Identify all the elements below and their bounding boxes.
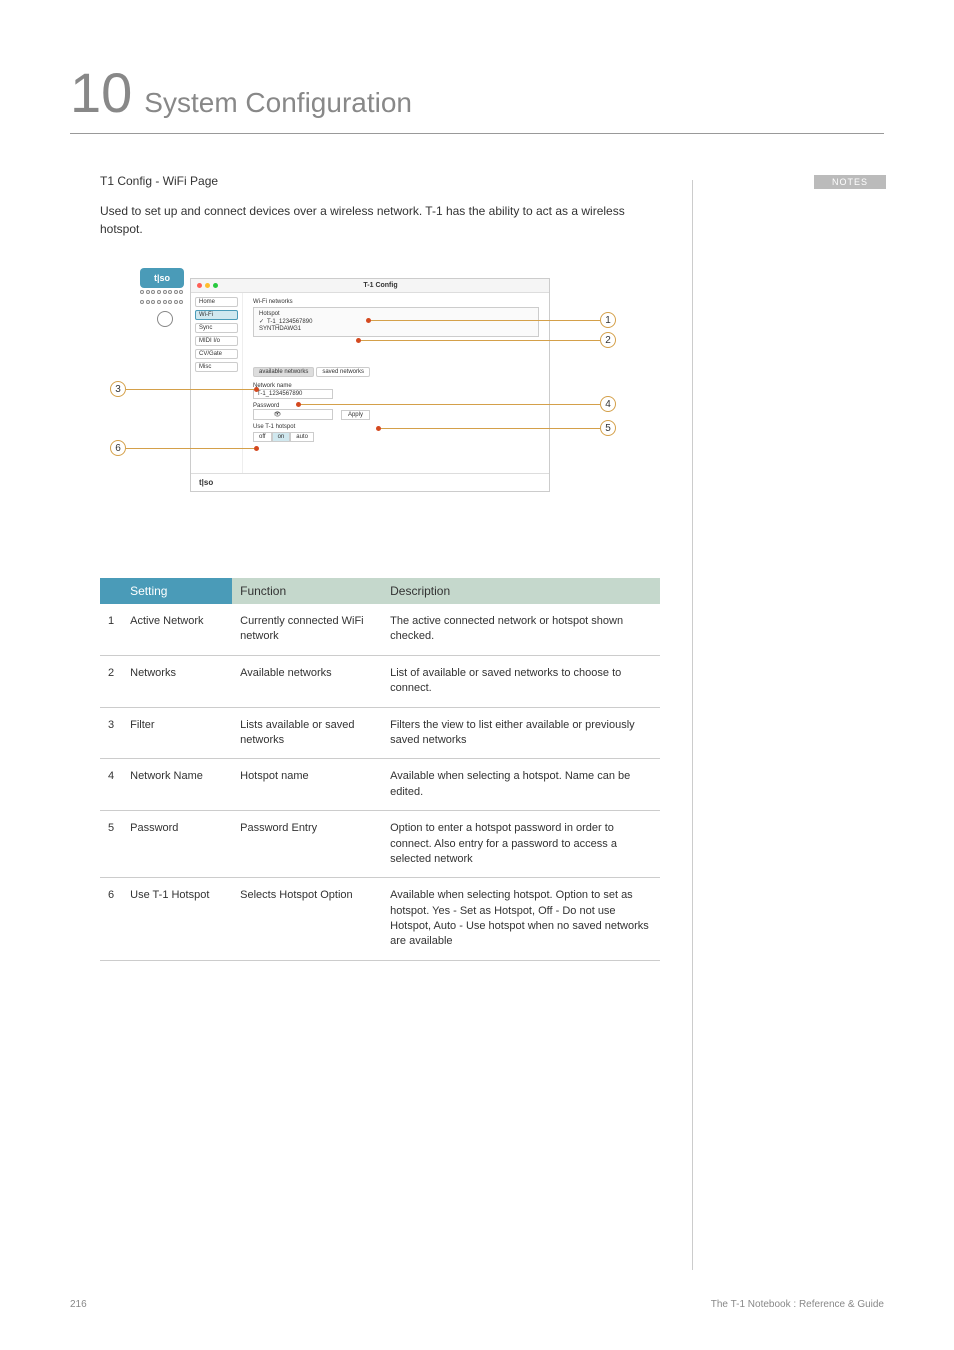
hotspot-off-button[interactable]: off xyxy=(253,432,272,442)
row-function: Hotspot name xyxy=(232,759,382,811)
filter-saved-button[interactable]: saved networks xyxy=(316,367,370,377)
row-setting: Filter xyxy=(122,707,232,759)
row-description: Filters the view to list either availabl… xyxy=(382,707,660,759)
chapter-number: 10 xyxy=(70,60,132,125)
row-num: 3 xyxy=(100,707,122,759)
chapter-header: 10 System Configuration xyxy=(70,60,884,134)
network-row[interactable]: SYNTHDAWG1 xyxy=(259,326,533,332)
network-name: SYNTHDAWG1 xyxy=(259,326,301,332)
callout-5: 5 xyxy=(600,420,616,436)
table-row: 2 Networks Available networks List of av… xyxy=(100,655,660,707)
device-icon: t|so xyxy=(140,268,190,327)
hotspot-label: Hotspot xyxy=(259,311,533,317)
callout-line-4 xyxy=(300,404,600,405)
row-setting: Networks xyxy=(122,655,232,707)
th-function: Function xyxy=(232,578,382,604)
check-icon: ✓ xyxy=(259,318,264,325)
filter-available-button[interactable]: available networks xyxy=(253,367,314,377)
password-input[interactable]: 👁 xyxy=(253,409,333,420)
callout-line-1 xyxy=(370,320,600,321)
row-function: Available networks xyxy=(232,655,382,707)
table-row: 4 Network Name Hotspot name Available wh… xyxy=(100,759,660,811)
device-encoder xyxy=(157,311,173,327)
row-description: List of available or saved networks to c… xyxy=(382,655,660,707)
callout-line-2 xyxy=(360,340,600,341)
row-description: Option to enter a hotspot password in or… xyxy=(382,811,660,878)
callout-4: 4 xyxy=(600,396,616,412)
config-figure: t|so T-1 Config xyxy=(70,268,660,498)
row-setting: Password xyxy=(122,811,232,878)
callout-6: 6 xyxy=(110,440,126,456)
callout-2: 2 xyxy=(600,332,616,348)
page-number: 216 xyxy=(70,1299,87,1310)
callout-dot-6 xyxy=(254,446,259,451)
sidebar-item-midi[interactable]: MIDI I/o xyxy=(195,336,238,346)
th-description: Description xyxy=(382,578,660,604)
row-num: 2 xyxy=(100,655,122,707)
traffic-lights[interactable] xyxy=(197,283,218,288)
row-num: 5 xyxy=(100,811,122,878)
close-icon[interactable] xyxy=(197,283,202,288)
row-function: Password Entry xyxy=(232,811,382,878)
table-row: 1 Active Network Currently connected WiF… xyxy=(100,604,660,655)
device-knobs xyxy=(140,290,184,308)
row-num: 1 xyxy=(100,604,122,655)
callout-dot-3 xyxy=(254,387,259,392)
row-function: Selects Hotspot Option xyxy=(232,878,382,961)
window-title: T-1 Config xyxy=(218,282,543,289)
section-title: T1 Config - WiFi Page xyxy=(100,174,660,188)
row-description: The active connected network or hotspot … xyxy=(382,604,660,655)
row-description: Available when selecting a hotspot. Name… xyxy=(382,759,660,811)
callout-dot-2 xyxy=(356,338,361,343)
active-network-name: T-1_1234567890 xyxy=(267,319,312,325)
config-sidebar: Home Wi-Fi Sync MIDI I/o CV/Gate Misc xyxy=(191,293,243,473)
sidebar-item-sync[interactable]: Sync xyxy=(195,323,238,333)
apply-button[interactable]: Apply xyxy=(341,410,370,420)
sidebar-item-wifi[interactable]: Wi-Fi xyxy=(195,310,238,320)
sidebar-item-cvgate[interactable]: CV/Gate xyxy=(195,349,238,359)
callout-dot-1 xyxy=(366,318,371,323)
page-footer: 216 The T-1 Notebook : Reference & Guide xyxy=(70,1299,884,1310)
callout-dot-4 xyxy=(296,402,301,407)
table-row: 6 Use T-1 Hotspot Selects Hotspot Option… xyxy=(100,878,660,961)
row-setting: Network Name xyxy=(122,759,232,811)
filter-buttons: available networks saved networks xyxy=(253,367,539,377)
callout-3: 3 xyxy=(110,381,126,397)
device-logo: t|so xyxy=(140,268,184,288)
row-num: 4 xyxy=(100,759,122,811)
th-setting: Setting xyxy=(122,578,232,604)
network-name-input[interactable]: T-1_1234567890 xyxy=(253,389,333,399)
callout-line-6 xyxy=(126,448,254,449)
callout-line-5 xyxy=(380,428,600,429)
hotspot-auto-button[interactable]: auto xyxy=(290,432,314,442)
table-row: 5 Password Password Entry Option to ente… xyxy=(100,811,660,878)
doc-title: The T-1 Notebook : Reference & Guide xyxy=(711,1299,884,1310)
row-description: Available when selecting hotspot. Option… xyxy=(382,878,660,961)
sidebar-item-misc[interactable]: Misc xyxy=(195,362,238,372)
row-setting: Use T-1 Hotspot xyxy=(122,878,232,961)
section-intro: Used to set up and connect devices over … xyxy=(100,202,660,238)
sidebar-item-home[interactable]: Home xyxy=(195,297,238,307)
row-setting: Active Network xyxy=(122,604,232,655)
row-num: 6 xyxy=(100,878,122,961)
notes-divider xyxy=(692,180,886,1270)
table-row: 3 Filter Lists available or saved networ… xyxy=(100,707,660,759)
hotspot-use-label: Use T-1 hotspot xyxy=(253,424,539,430)
callout-1: 1 xyxy=(600,312,616,328)
settings-table: Setting Function Description 1 Active Ne… xyxy=(100,578,660,961)
row-function: Currently connected WiFi network xyxy=(232,604,382,655)
wifi-networks-label: Wi-Fi networks xyxy=(253,299,539,305)
callout-line-3 xyxy=(126,389,254,390)
wifi-network-list: Hotspot ✓T-1_1234567890 SYNTHDAWG1 xyxy=(253,307,539,337)
window-footer-logo: t|so xyxy=(191,473,549,491)
th-blank xyxy=(100,578,122,604)
minimize-icon[interactable] xyxy=(205,283,210,288)
hotspot-on-button[interactable]: on xyxy=(272,432,291,442)
window-titlebar: T-1 Config xyxy=(191,279,549,293)
hotspot-toggle: offonauto xyxy=(253,432,539,442)
callout-dot-5 xyxy=(376,426,381,431)
chapter-title: System Configuration xyxy=(144,87,412,119)
row-function: Lists available or saved networks xyxy=(232,707,382,759)
config-window: T-1 Config Home Wi-Fi Sync MIDI I/o CV/G… xyxy=(190,278,550,492)
